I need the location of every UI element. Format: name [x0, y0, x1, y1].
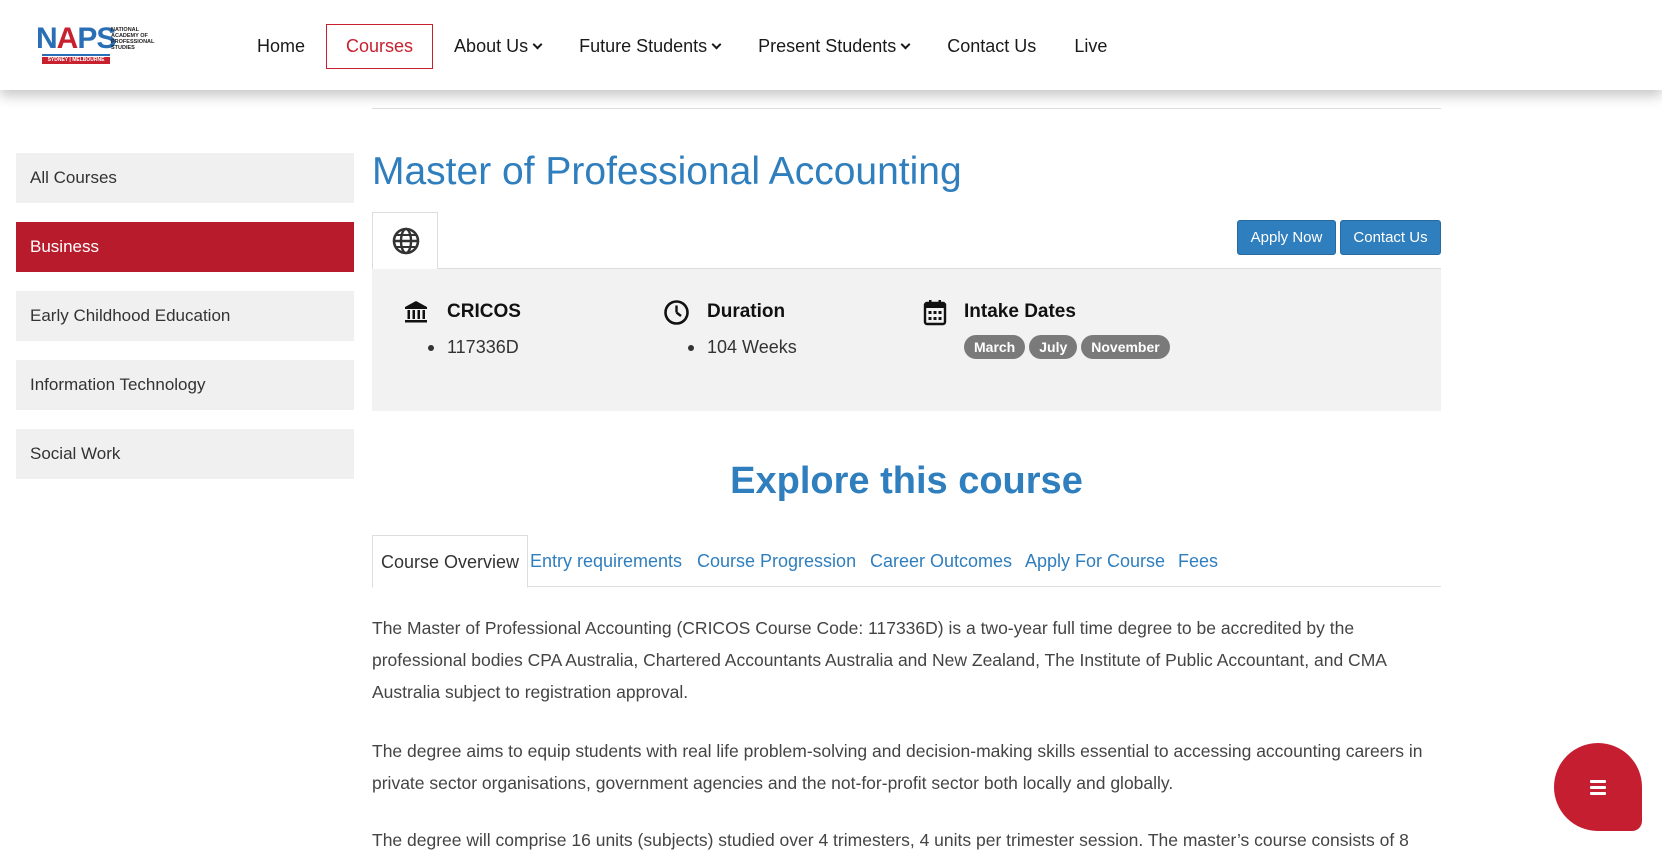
menu-icon [1590, 780, 1606, 798]
course-tabs: Course Overview Entry requirements Cours… [372, 535, 1441, 588]
globe-icon [392, 227, 420, 255]
naps-logo[interactable]: NAPS NATIONAL ACADEMY OF PROFESSIONAL ST… [36, 22, 160, 66]
main-nav: Home Courses About Us Future Students Pr… [238, 24, 1126, 69]
apply-now-button[interactable]: Apply Now [1237, 220, 1336, 255]
tab-fees[interactable]: Fees [1178, 535, 1218, 587]
intake-badge: November [1081, 335, 1170, 359]
calendar-icon [923, 300, 947, 326]
tab-career-outcomes[interactable]: Career Outcomes [870, 535, 1012, 587]
explore-heading: Explore this course [730, 460, 1083, 502]
bank-icon [405, 301, 427, 323]
course-info-panel: CRICOS 117336D Duration 104 Weeks Intake… [372, 268, 1441, 411]
tab-international[interactable] [372, 212, 438, 269]
clock-icon [664, 300, 689, 325]
sidebar-item-business[interactable]: Business [16, 222, 354, 272]
cricos-label: CRICOS [447, 301, 521, 322]
tab-course-progression[interactable]: Course Progression [697, 535, 856, 587]
overview-paragraph: The degree aims to equip students with r… [372, 741, 1423, 793]
overview-paragraph: The Master of Professional Accounting (C… [372, 618, 1386, 702]
nav-future-students[interactable]: Future Students [560, 24, 739, 69]
page-title: Master of Professional Accounting [372, 150, 962, 193]
divider [372, 108, 1441, 109]
sidebar-item-early-childhood-education[interactable]: Early Childhood Education [16, 291, 354, 341]
chat-menu-button[interactable] [1554, 743, 1642, 831]
intake-badge: March [964, 335, 1026, 359]
contact-us-button[interactable]: Contact Us [1340, 220, 1441, 255]
logo-divider [42, 54, 110, 56]
tab-apply-for-course[interactable]: Apply For Course [1025, 535, 1165, 587]
intake-badge: July [1029, 335, 1078, 359]
logo-subtitle: NATIONAL ACADEMY OF PROFESSIONAL STUDIES [111, 27, 155, 51]
cricos-value: 117336D [428, 337, 519, 357]
intake-label: Intake Dates [964, 301, 1076, 322]
course-category-sidebar: All Courses Business Early Childhood Edu… [16, 153, 354, 498]
site-header: NAPS NATIONAL ACADEMY OF PROFESSIONAL ST… [0, 0, 1662, 90]
duration-value: 104 Weeks [688, 337, 797, 357]
chevron-down-icon [900, 39, 911, 50]
nav-home[interactable]: Home [238, 24, 324, 69]
nav-contact-us[interactable]: Contact Us [928, 24, 1055, 69]
chevron-down-icon [532, 39, 543, 50]
nav-courses[interactable]: Courses [326, 24, 434, 69]
nav-present-students[interactable]: Present Students [739, 24, 928, 69]
intake-dates: March July November [964, 335, 1170, 359]
chevron-down-icon [711, 39, 722, 50]
duration-label: Duration [707, 301, 786, 322]
logo-mark: NAPS [36, 22, 116, 55]
sidebar-item-information-technology[interactable]: Information Technology [16, 360, 354, 410]
overview-paragraph: The degree will comprise 16 units (subje… [372, 830, 1409, 850]
nav-about-us[interactable]: About Us [435, 24, 560, 69]
sidebar-item-all-courses[interactable]: All Courses [16, 153, 354, 203]
tab-entry-requirements[interactable]: Entry requirements [530, 535, 682, 587]
logo-locations: SYDNEY | MELBOURNE [42, 57, 110, 64]
nav-live[interactable]: Live [1055, 24, 1126, 69]
sidebar-item-social-work[interactable]: Social Work [16, 429, 354, 479]
tab-course-overview[interactable]: Course Overview [372, 535, 529, 588]
